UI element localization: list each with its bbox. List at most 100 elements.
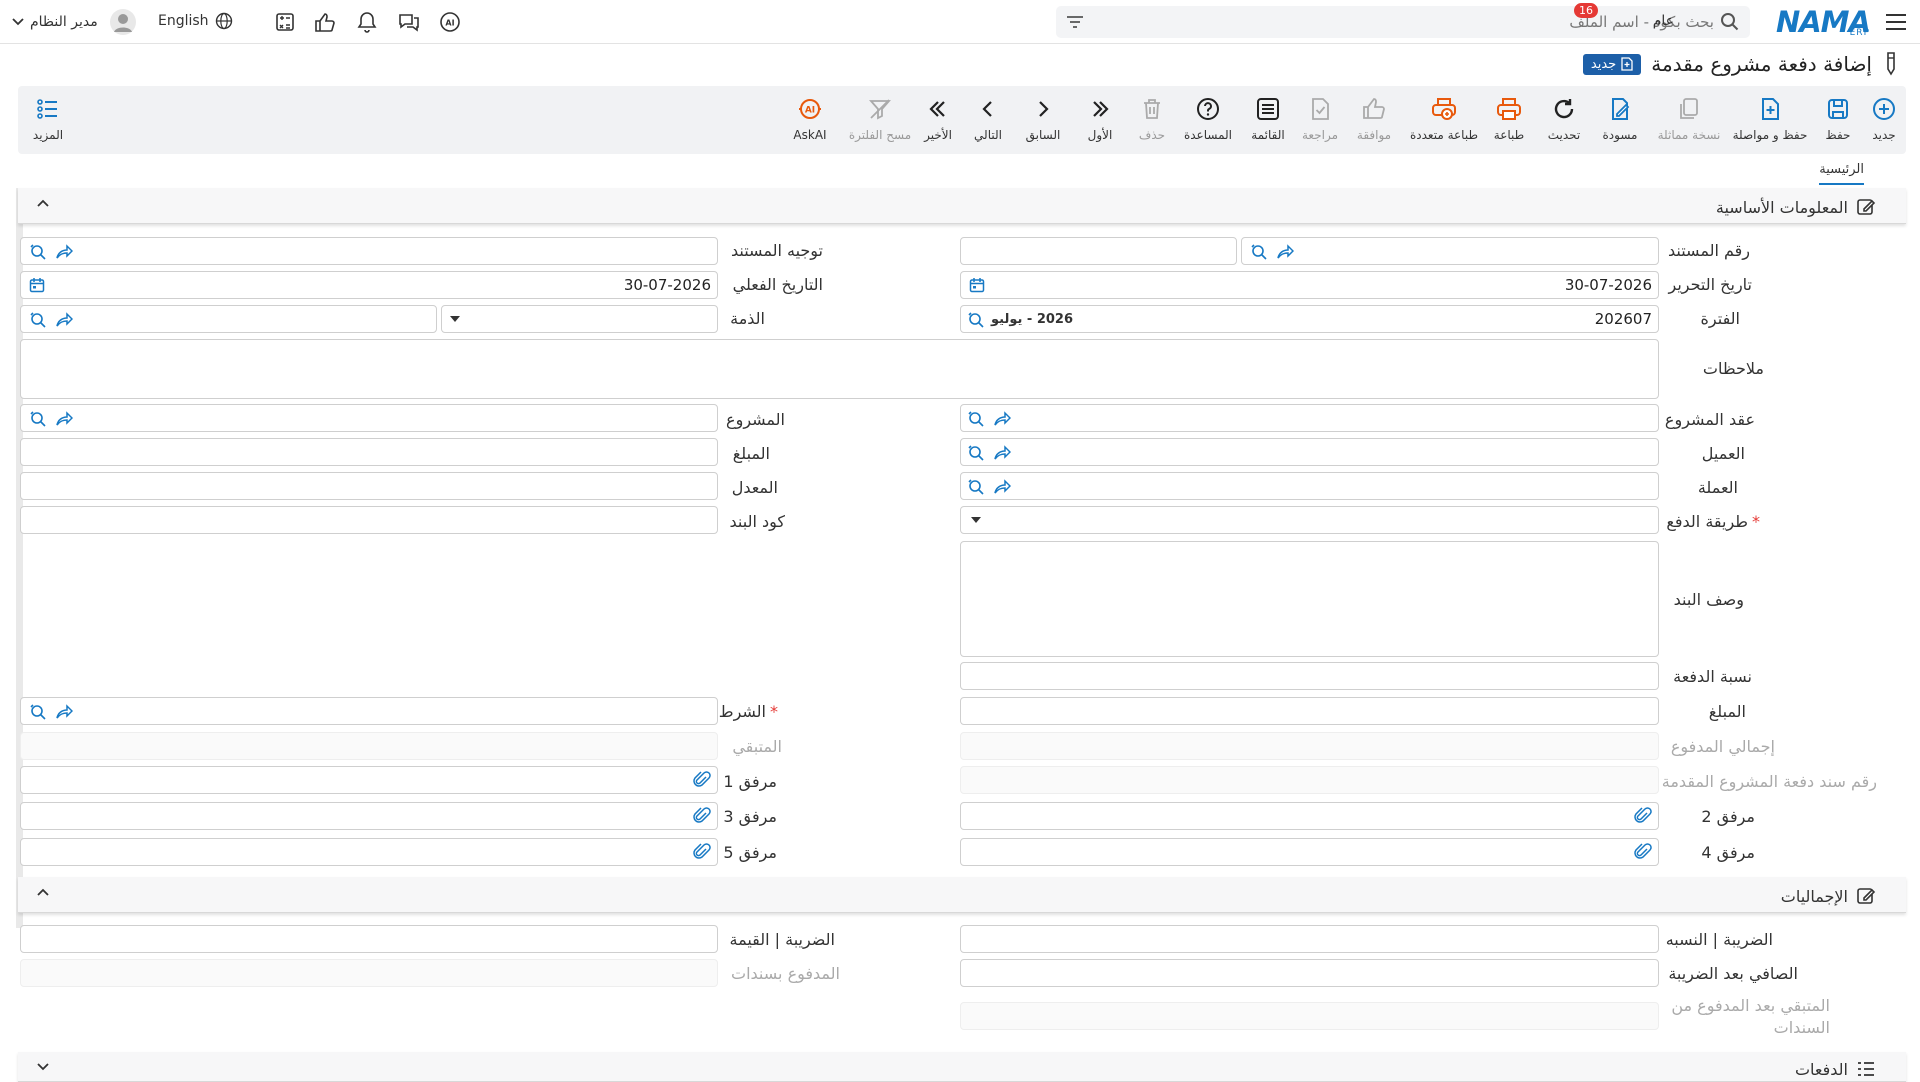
- share-arrow-icon[interactable]: [55, 311, 73, 329]
- item-code-field[interactable]: [20, 506, 718, 534]
- attach5-field[interactable]: [20, 838, 718, 866]
- attach1-field[interactable]: [20, 766, 718, 794]
- calculator-icon[interactable]: [273, 11, 297, 33]
- search-refresh-icon[interactable]: [29, 311, 47, 329]
- calendar-icon[interactable]: [29, 277, 45, 293]
- action-toolbar: جديد حفظ حفظ و مواصلة نسخة مماثلة مسودة …: [18, 86, 1906, 154]
- last-label: الأخير: [924, 128, 952, 142]
- user-menu[interactable]: مدير النظام: [12, 9, 136, 35]
- doc-number-aux-field[interactable]: [960, 237, 1237, 265]
- share-arrow-icon[interactable]: [993, 410, 1011, 428]
- section-payments-title: الدفعات: [1794, 1059, 1848, 1079]
- payment-method-select[interactable]: [960, 506, 1659, 534]
- share-arrow-icon[interactable]: [993, 478, 1011, 496]
- askai-button[interactable]: AI AskAI: [780, 96, 840, 142]
- paperclip-icon[interactable]: [1634, 807, 1652, 825]
- share-arrow-icon[interactable]: [993, 444, 1011, 462]
- document-edit-icon: [1882, 51, 1900, 77]
- voucher-number-field: [960, 766, 1659, 794]
- general-label[interactable]: عام: [1653, 13, 1674, 29]
- multi-print-button[interactable]: طباعة متعددة: [1404, 96, 1484, 142]
- more-button[interactable]: المزيد: [18, 96, 78, 142]
- approve-button[interactable]: موافقة: [1344, 96, 1404, 142]
- share-arrow-icon[interactable]: [1276, 243, 1294, 261]
- search-refresh-icon[interactable]: [967, 410, 985, 428]
- draft-button[interactable]: مسودة: [1590, 96, 1650, 142]
- ai-chat-icon[interactable]: AI: [438, 11, 462, 33]
- rate-field[interactable]: [20, 472, 718, 500]
- actual-date-field[interactable]: 30-07-2026: [20, 271, 718, 299]
- section-basic-header[interactable]: المعلومات الأساسية: [18, 188, 1906, 224]
- chat-icon[interactable]: [397, 11, 421, 33]
- review-button[interactable]: مراجعة: [1290, 96, 1350, 142]
- like-icon[interactable]: [313, 11, 337, 33]
- chevron-up-icon[interactable]: [36, 198, 50, 208]
- share-arrow-icon[interactable]: [55, 703, 73, 721]
- project-contract-field[interactable]: [960, 404, 1659, 432]
- section-totals-header[interactable]: الإجماليات: [18, 877, 1906, 913]
- liability-field[interactable]: [20, 305, 437, 333]
- search-refresh-icon[interactable]: [967, 478, 985, 496]
- first-button[interactable]: الأول: [1070, 96, 1130, 142]
- customer-field[interactable]: [960, 438, 1659, 466]
- paperclip-icon[interactable]: [693, 771, 711, 789]
- attach4-field[interactable]: [960, 838, 1659, 866]
- liability-type-select[interactable]: [441, 305, 718, 333]
- chevron-down-icon[interactable]: [36, 1062, 50, 1072]
- language-switch[interactable]: English: [158, 12, 233, 30]
- item-desc-textarea[interactable]: [960, 541, 1659, 657]
- previous-button[interactable]: السابق: [1013, 96, 1073, 142]
- tax-ratio-field[interactable]: [960, 925, 1659, 953]
- search-refresh-icon[interactable]: [1250, 243, 1268, 261]
- net-after-tax-field[interactable]: [960, 959, 1659, 987]
- delete-button[interactable]: حذف: [1122, 96, 1182, 142]
- global-search[interactable]: [1056, 6, 1750, 38]
- notes-textarea[interactable]: [20, 339, 1659, 399]
- condition-field[interactable]: [20, 697, 718, 725]
- search-refresh-icon[interactable]: [29, 410, 47, 428]
- amount-top-field[interactable]: [20, 438, 718, 466]
- period-field[interactable]: 202607 2026 - يوليو: [960, 305, 1659, 333]
- section-payments-header[interactable]: الدفعات: [18, 1052, 1906, 1082]
- menu-icon[interactable]: [1884, 10, 1908, 34]
- amount-field[interactable]: [960, 697, 1659, 725]
- search-refresh-icon[interactable]: [967, 444, 985, 462]
- chevron-up-icon[interactable]: [36, 887, 50, 897]
- calendar-icon[interactable]: [969, 277, 985, 293]
- save-button[interactable]: حفظ: [1808, 96, 1868, 142]
- save-continue-button[interactable]: حفظ و مواصلة: [1728, 96, 1812, 142]
- currency-field[interactable]: [960, 472, 1659, 500]
- paperclip-icon[interactable]: [693, 807, 711, 825]
- paperclip-icon[interactable]: [1634, 843, 1652, 861]
- project-field[interactable]: [20, 404, 718, 432]
- clear-filter-button[interactable]: مسح الفلترة: [842, 96, 918, 142]
- condition-label: *الشرط: [719, 702, 778, 721]
- payment-ratio-label: نسبة الدفعة: [1673, 667, 1752, 686]
- doc-number-field[interactable]: [1241, 237, 1659, 265]
- top-bar: NAMA ERP AI 16 عام English مدير النظام: [0, 0, 1920, 44]
- paid-vouchers-label: المدفوع بسندات: [731, 964, 840, 983]
- search-input[interactable]: [1084, 13, 1714, 31]
- actual-date-value: 30-07-2026: [623, 276, 711, 294]
- share-arrow-icon[interactable]: [55, 243, 73, 261]
- bell-icon[interactable]: [355, 11, 379, 33]
- refresh-button[interactable]: تحديث: [1534, 96, 1594, 142]
- share-arrow-icon[interactable]: [55, 410, 73, 428]
- doc-direction-field[interactable]: [20, 237, 718, 265]
- logo[interactable]: NAMA ERP: [1776, 4, 1871, 40]
- tab-main[interactable]: الرئيسية: [1819, 162, 1864, 185]
- filter-icon[interactable]: [1066, 15, 1084, 29]
- paperclip-icon[interactable]: [693, 843, 711, 861]
- attach2-field[interactable]: [960, 802, 1659, 830]
- payment-ratio-field[interactable]: [960, 662, 1659, 690]
- attach3-field[interactable]: [20, 802, 718, 830]
- search-refresh-icon[interactable]: [29, 703, 47, 721]
- edit-date-field[interactable]: 30-07-2026: [960, 271, 1659, 299]
- search-refresh-icon[interactable]: [29, 243, 47, 261]
- clone-button[interactable]: نسخة مماثلة: [1650, 96, 1728, 142]
- list-button[interactable]: القائمة: [1238, 96, 1298, 142]
- print-button[interactable]: طباعة: [1479, 96, 1539, 142]
- help-button[interactable]: المساعدة: [1174, 96, 1242, 142]
- search-refresh-icon[interactable]: [967, 311, 985, 329]
- tax-value-field[interactable]: [20, 925, 718, 953]
